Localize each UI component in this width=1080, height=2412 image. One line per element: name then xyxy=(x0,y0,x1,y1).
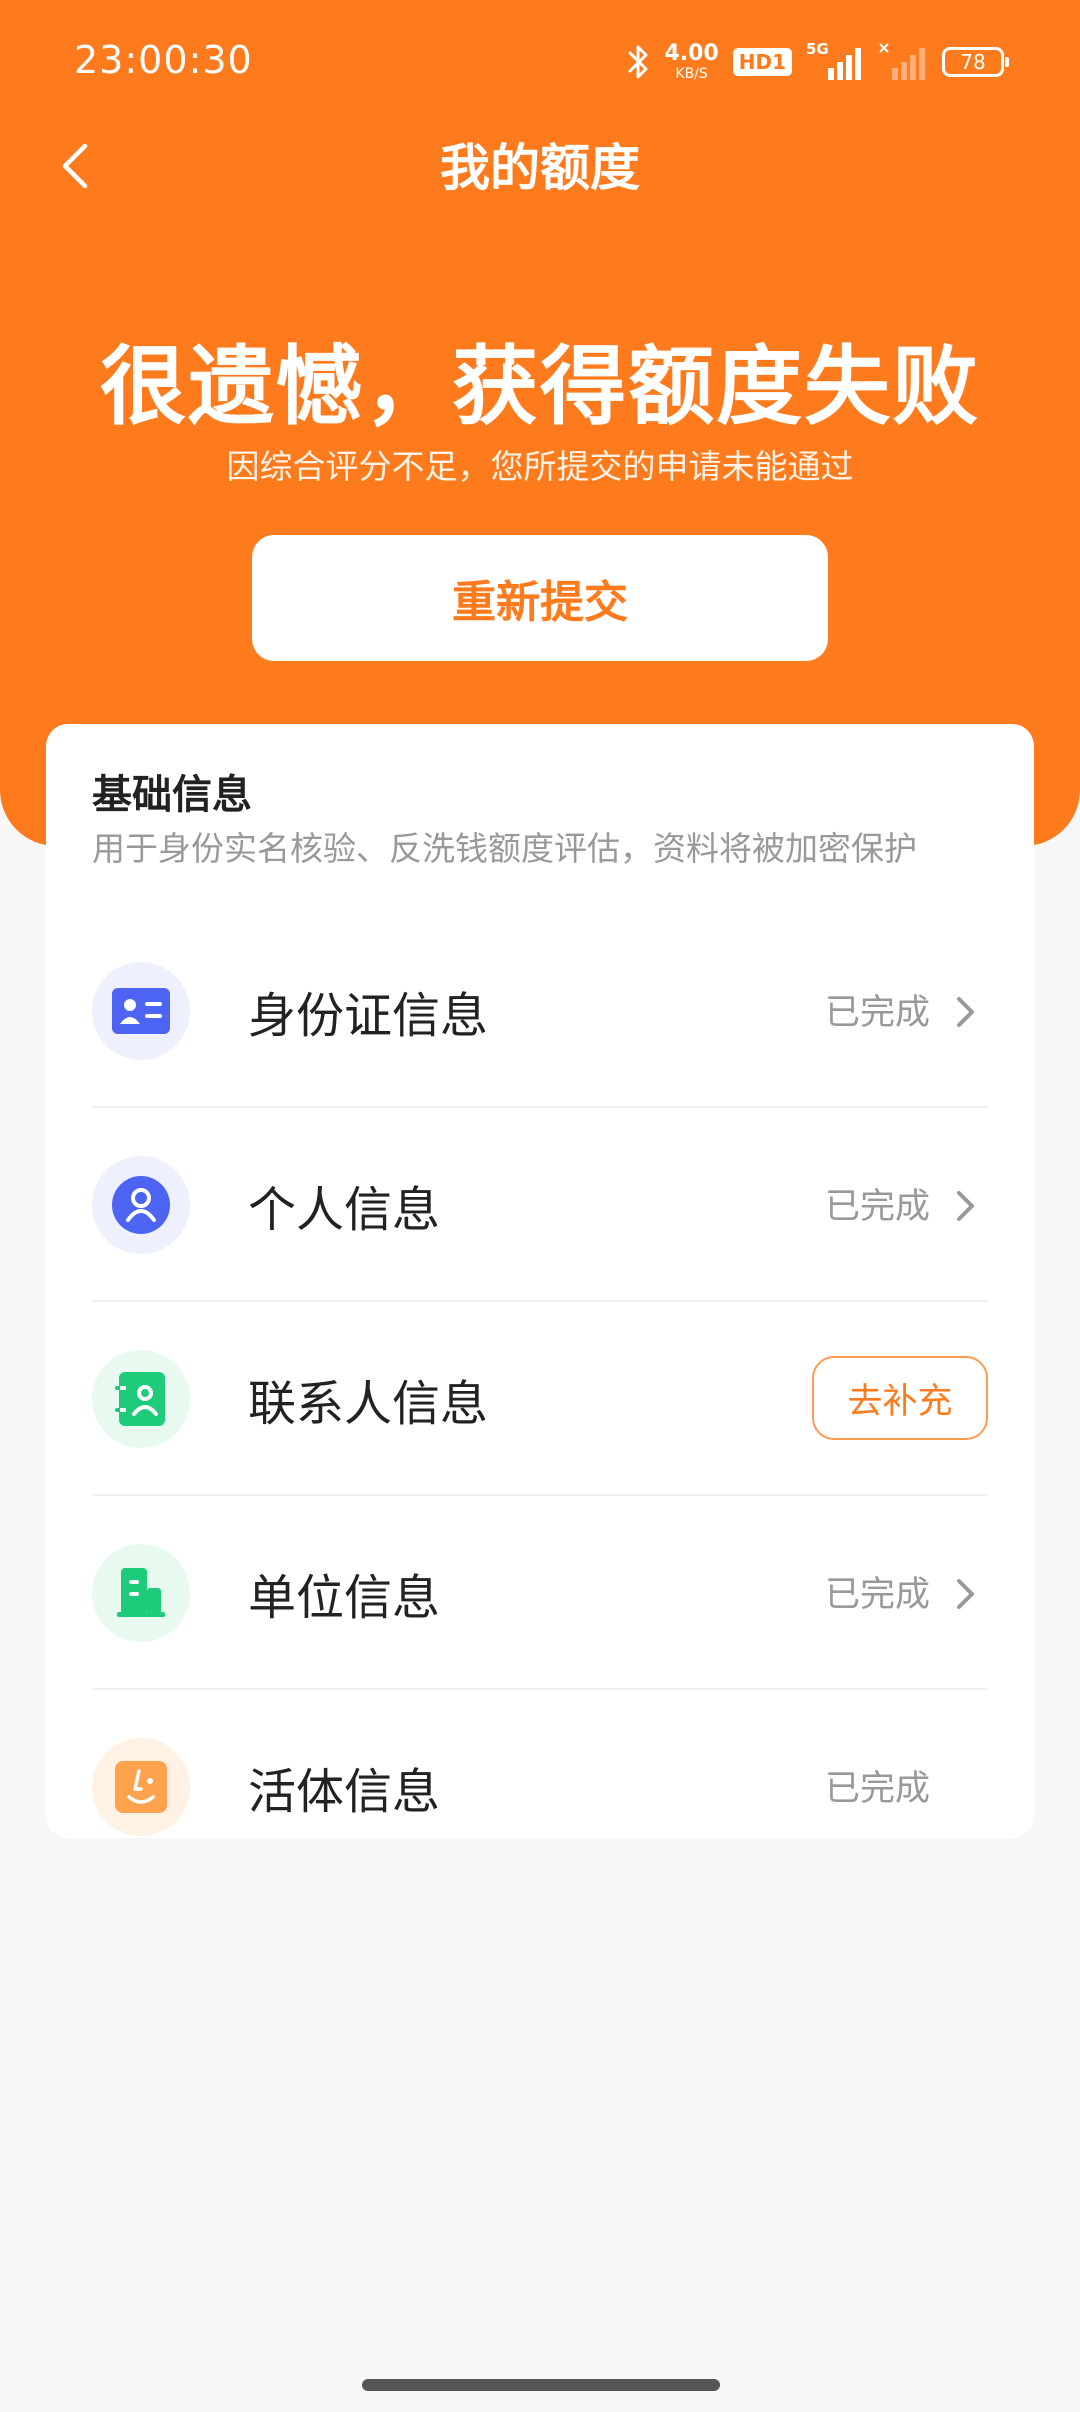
list-item-label: 单位信息 xyxy=(248,1570,441,1626)
list-item-id-card[interactable]: 身份证信息 已完成 xyxy=(92,914,988,1108)
resubmit-button[interactable]: 重新提交 xyxy=(252,535,828,661)
signal-icon xyxy=(828,48,861,80)
status-icons: 4.00 KB/S HD1 5G 78 xyxy=(626,40,1009,84)
building-icon xyxy=(117,1568,165,1617)
list-item-contacts[interactable]: 联系人信息 去补充 xyxy=(92,1302,988,1496)
id-card-icon-wrap xyxy=(92,962,190,1060)
net-speed-value: 4.00 xyxy=(664,41,719,66)
home-indicator[interactable] xyxy=(362,2379,720,2391)
chevron-right-icon xyxy=(957,997,974,1027)
person-icon xyxy=(112,1176,170,1234)
result-title: 很遗憾，获得额度失败 xyxy=(100,337,980,437)
section-subtitle: 用于身份实名核验、反洗钱额度评估，资料将被加密保护 xyxy=(92,829,917,868)
status-text: 已完成 xyxy=(824,1575,930,1615)
net-speed-unit: KB/S xyxy=(675,66,708,82)
person-icon-wrap xyxy=(92,1156,190,1254)
status-text: 已完成 xyxy=(824,1187,930,1227)
list-item-label: 联系人信息 xyxy=(248,1376,489,1432)
list-item-liveness[interactable]: 活体信息 已完成 xyxy=(92,1690,988,1884)
id-card-icon xyxy=(112,988,170,1034)
battery-level: 78 xyxy=(960,50,986,74)
list-item-employer[interactable]: 单位信息 已完成 xyxy=(92,1496,988,1690)
page-title: 我的额度 xyxy=(440,139,640,197)
status-text: 已完成 xyxy=(824,1769,930,1809)
contacts-icon xyxy=(115,1372,165,1426)
net-speed: 4.00 KB/S xyxy=(664,41,719,82)
list-item-label: 活体信息 xyxy=(248,1764,441,1820)
contacts-icon-wrap xyxy=(92,1350,190,1448)
bluetooth-icon xyxy=(628,45,648,79)
status-bar: 23:00:30 4.00 KB/S HD1 5G 78 xyxy=(0,0,1080,124)
battery-icon: 78 xyxy=(942,47,1009,77)
result-subtitle: 因综合评分不足，您所提交的申请未能通过 xyxy=(226,447,854,486)
building-icon-wrap xyxy=(92,1544,190,1642)
supplement-button[interactable]: 去补充 xyxy=(812,1356,988,1440)
hd-badge: HD1 xyxy=(732,48,792,76)
signal-no-sim-icon xyxy=(879,43,925,80)
list-item-label: 身份证信息 xyxy=(248,988,489,1044)
signal-5g: 5G xyxy=(806,42,864,82)
chevron-right-icon xyxy=(957,1191,974,1221)
section-title: 基础信息 xyxy=(92,772,252,818)
list-item-label: 个人信息 xyxy=(248,1182,441,1238)
face-icon xyxy=(115,1761,167,1813)
status-time: 23:00:30 xyxy=(74,38,253,82)
status-text: 已完成 xyxy=(824,993,930,1033)
face-icon-wrap xyxy=(92,1738,190,1836)
basic-info-card: 基础信息 用于身份实名核验、反洗钱额度评估，资料将被加密保护 身份证信息 已完成 xyxy=(46,724,1034,1838)
chevron-right-icon xyxy=(957,1579,974,1609)
list-item-personal[interactable]: 个人信息 已完成 xyxy=(92,1108,988,1302)
